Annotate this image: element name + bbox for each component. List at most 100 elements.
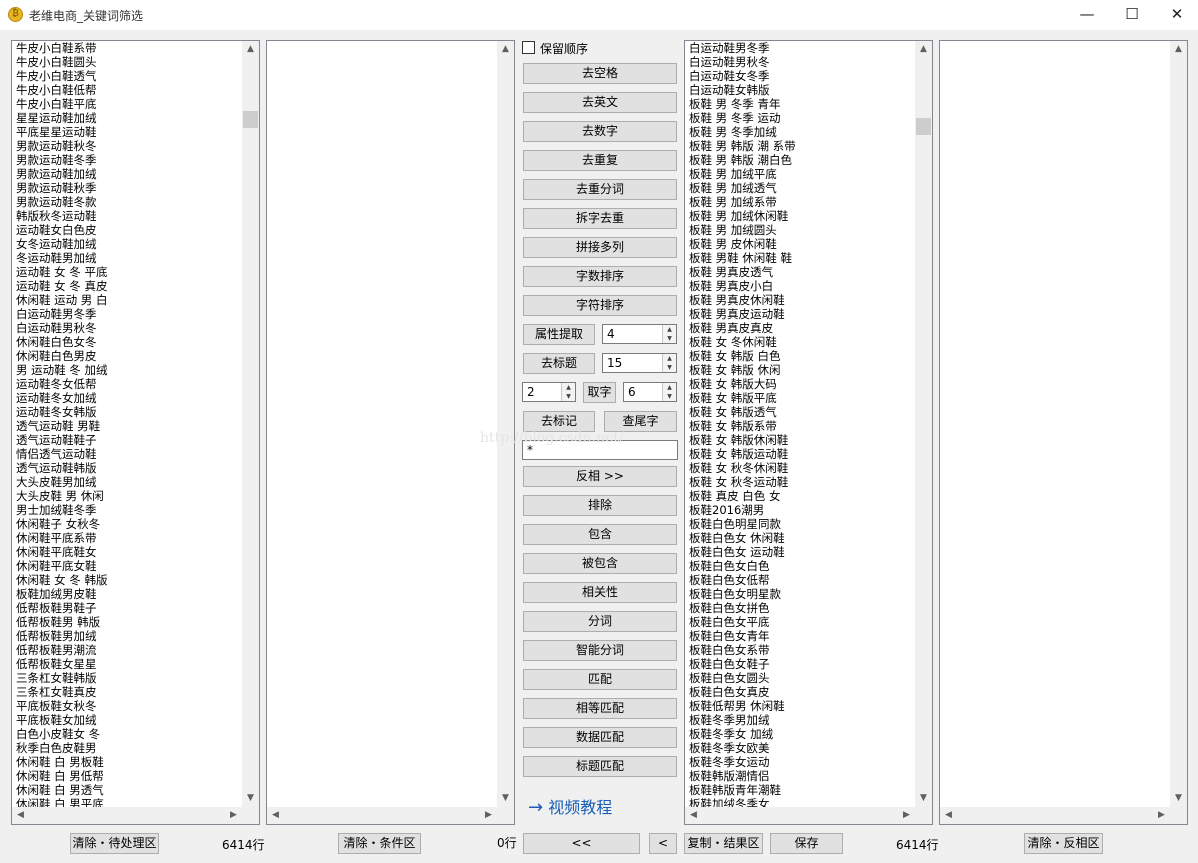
list-item[interactable]: 牛皮小白鞋低帮 bbox=[16, 83, 241, 97]
segment-button[interactable]: 分词 bbox=[523, 611, 677, 632]
list-item[interactable]: 板鞋 男 冬季 青年 bbox=[689, 97, 914, 111]
list-item[interactable]: 板鞋白色女低帮 bbox=[689, 573, 914, 587]
sort-by-char-button[interactable]: 字符排序 bbox=[523, 295, 677, 316]
list-item[interactable]: 板鞋 女 韩版休闲鞋 bbox=[689, 433, 914, 447]
take-to-spinner[interactable]: 6 ▲ ▼ bbox=[623, 382, 677, 402]
list-item[interactable]: 运动鞋冬女韩版 bbox=[16, 405, 241, 419]
list-item[interactable]: 板鞋 男 加绒系带 bbox=[689, 195, 914, 209]
list-item[interactable]: 板鞋 女 秋冬休闲鞋 bbox=[689, 461, 914, 475]
list-item[interactable]: 板鞋白色女系带 bbox=[689, 643, 914, 657]
list-item[interactable]: 板鞋 男 冬季加绒 bbox=[689, 125, 914, 139]
list-item[interactable]: 低帮板鞋男潮流 bbox=[16, 643, 241, 657]
result-list-vscrollbar[interactable]: ▲ ▼ bbox=[915, 41, 932, 807]
list-item[interactable]: 板鞋白色女 运动鞋 bbox=[689, 545, 914, 559]
scroll-right-icon[interactable]: ▶ bbox=[480, 807, 497, 824]
condition-list-vscrollbar[interactable]: ▲ ▼ bbox=[497, 41, 514, 807]
list-item[interactable]: 休闲鞋 运动 男 白 bbox=[16, 293, 241, 307]
condition-list-hscrollbar[interactable]: ◀ ▶ bbox=[267, 807, 514, 824]
scroll-up-icon[interactable]: ▲ bbox=[242, 41, 259, 58]
list-item[interactable]: 板鞋白色女拼色 bbox=[689, 601, 914, 615]
condition-list[interactable]: ▲ ▼ ◀ ▶ bbox=[266, 40, 515, 825]
clear-condition-button[interactable]: 清除・条件区 bbox=[338, 833, 421, 854]
title-spinner[interactable]: 15 ▲ ▼ bbox=[602, 353, 677, 373]
list-item[interactable]: 板鞋白色明星同款 bbox=[689, 517, 914, 531]
copy-result-button[interactable]: 复制・结果区 bbox=[684, 833, 763, 854]
result-list-hscrollbar[interactable]: ◀ ▶ bbox=[685, 807, 932, 824]
pending-list-hscrollbar[interactable]: ◀ ▶ bbox=[12, 807, 259, 824]
extract-attr-button[interactable]: 属性提取 bbox=[523, 324, 595, 345]
scroll-up-icon[interactable]: ▲ bbox=[915, 41, 932, 58]
result-list[interactable]: 白运动鞋男冬季 白运动鞋男秋冬 白运动鞋女冬季 白运动鞋女韩版 板鞋 男 冬季 青年 板鞋… bbox=[684, 40, 933, 825]
list-item[interactable]: 运动鞋 女 冬 真皮 bbox=[16, 279, 241, 293]
list-item[interactable]: 运动鞋冬女低帮 bbox=[16, 377, 241, 391]
list-item[interactable]: 板鞋 男 冬季 运动 bbox=[689, 111, 914, 125]
clear-pending-button[interactable]: 清除・待处理区 bbox=[70, 833, 159, 854]
scroll-down-icon[interactable]: ▼ bbox=[242, 790, 259, 807]
reverse-list-vscrollbar[interactable]: ▲ ▼ bbox=[1170, 41, 1187, 807]
find-suffix-button[interactable]: 查尾字 bbox=[604, 411, 677, 432]
list-item[interactable]: 板鞋 女 韩版大码 bbox=[689, 377, 914, 391]
attr-spinner[interactable]: 4 ▲ ▼ bbox=[602, 324, 677, 344]
list-item[interactable]: 板鞋冬季男加绒 bbox=[689, 713, 914, 727]
list-item[interactable]: 白运动鞋男冬季 bbox=[689, 41, 914, 55]
pending-list[interactable]: 牛皮小白鞋系带 牛皮小白鞋圆头 牛皮小白鞋透气 牛皮小白鞋低帮 牛皮小白鞋平底 星星运动鞋… bbox=[11, 40, 260, 825]
list-item[interactable]: 休闲鞋 白 男板鞋 bbox=[16, 755, 241, 769]
list-item[interactable]: 星星运动鞋加绒 bbox=[16, 111, 241, 125]
list-item[interactable]: 大头皮鞋男加绒 bbox=[16, 475, 241, 489]
list-item[interactable]: 牛皮小白鞋透气 bbox=[16, 69, 241, 83]
list-item[interactable]: 透气运动鞋韩版 bbox=[16, 461, 241, 475]
list-item[interactable]: 牛皮小白鞋系带 bbox=[16, 41, 241, 55]
list-item[interactable]: 男款运动鞋冬季 bbox=[16, 153, 241, 167]
scroll-up-icon[interactable]: ▲ bbox=[497, 41, 514, 58]
remove-digits-button[interactable]: 去数字 bbox=[523, 121, 677, 142]
list-item[interactable]: 白色小皮鞋女 冬 bbox=[16, 727, 241, 741]
list-item[interactable]: 休闲鞋白色女冬 bbox=[16, 335, 241, 349]
reverse-button[interactable]: 反相 >> bbox=[523, 466, 677, 487]
list-item[interactable]: 休闲鞋平底系带 bbox=[16, 531, 241, 545]
equal-match-button[interactable]: 相等匹配 bbox=[523, 698, 677, 719]
clear-reverse-button[interactable]: 清除・反相区 bbox=[1024, 833, 1103, 854]
list-item[interactable]: 板鞋 男真皮真皮 bbox=[689, 321, 914, 335]
list-item[interactable]: 板鞋 男 韩版 潮 系带 bbox=[689, 139, 914, 153]
list-item[interactable]: 板鞋 女 韩版平底 bbox=[689, 391, 914, 405]
scroll-down-icon[interactable]: ▼ bbox=[497, 790, 514, 807]
list-item[interactable]: 白运动鞋男秋冬 bbox=[689, 55, 914, 69]
list-item[interactable]: 板鞋 男 加绒圆头 bbox=[689, 223, 914, 237]
take-from-spinner[interactable]: 2 ▲ ▼ bbox=[522, 382, 576, 402]
sort-by-length-button[interactable]: 字数排序 bbox=[523, 266, 677, 287]
move-all-back-button[interactable]: << bbox=[523, 833, 640, 854]
list-item[interactable]: 男款运动鞋冬款 bbox=[16, 195, 241, 209]
list-item[interactable]: 板鞋 男 加绒休闲鞋 bbox=[689, 209, 914, 223]
pending-list-vscrollbar[interactable]: ▲ ▼ bbox=[242, 41, 259, 807]
list-item[interactable]: 休闲鞋 白 男平底 bbox=[16, 797, 241, 807]
list-item[interactable]: 板鞋2016潮男 bbox=[689, 503, 914, 517]
list-item[interactable]: 休闲鞋 女 冬 韩版 bbox=[16, 573, 241, 587]
list-item[interactable]: 三条杠女鞋真皮 bbox=[16, 685, 241, 699]
list-item[interactable]: 牛皮小白鞋平底 bbox=[16, 97, 241, 111]
list-item[interactable]: 板鞋韩版青年潮鞋 bbox=[689, 783, 914, 797]
list-item[interactable]: 板鞋 男 皮休闲鞋 bbox=[689, 237, 914, 251]
list-item[interactable]: 男士加绒鞋冬季 bbox=[16, 503, 241, 517]
list-item[interactable]: 男款运动鞋秋季 bbox=[16, 181, 241, 195]
list-item[interactable]: 冬运动鞋男加绒 bbox=[16, 251, 241, 265]
move-one-back-button[interactable]: < bbox=[649, 833, 677, 854]
list-item[interactable]: 女冬运动鞋加绒 bbox=[16, 237, 241, 251]
list-item[interactable]: 板鞋 男真皮运动鞋 bbox=[689, 307, 914, 321]
list-item[interactable]: 板鞋 真皮 白色 女 bbox=[689, 489, 914, 503]
list-item[interactable]: 休闲鞋平底女鞋 bbox=[16, 559, 241, 573]
list-item[interactable]: 低帮板鞋男 韩版 bbox=[16, 615, 241, 629]
list-item[interactable]: 板鞋 男 加绒平底 bbox=[689, 167, 914, 181]
list-item[interactable]: 白运动鞋男冬季 bbox=[16, 307, 241, 321]
list-item[interactable]: 板鞋白色女青年 bbox=[689, 629, 914, 643]
close-button[interactable]: ✕ bbox=[1154, 0, 1198, 30]
list-item[interactable]: 秋季白色皮鞋男 bbox=[16, 741, 241, 755]
remove-title-button[interactable]: 去标题 bbox=[523, 353, 595, 374]
list-item[interactable]: 男 运动鞋 冬 加绒 bbox=[16, 363, 241, 377]
include-button[interactable]: 包含 bbox=[523, 524, 677, 545]
list-item[interactable]: 板鞋韩版潮情侣 bbox=[689, 769, 914, 783]
list-item[interactable]: 休闲鞋平底鞋女 bbox=[16, 545, 241, 559]
list-item[interactable]: 男款运动鞋加绒 bbox=[16, 167, 241, 181]
match-button[interactable]: 匹配 bbox=[523, 669, 677, 690]
list-item[interactable]: 三条杠女鞋韩版 bbox=[16, 671, 241, 685]
remove-marks-button[interactable]: 去标记 bbox=[523, 411, 595, 432]
